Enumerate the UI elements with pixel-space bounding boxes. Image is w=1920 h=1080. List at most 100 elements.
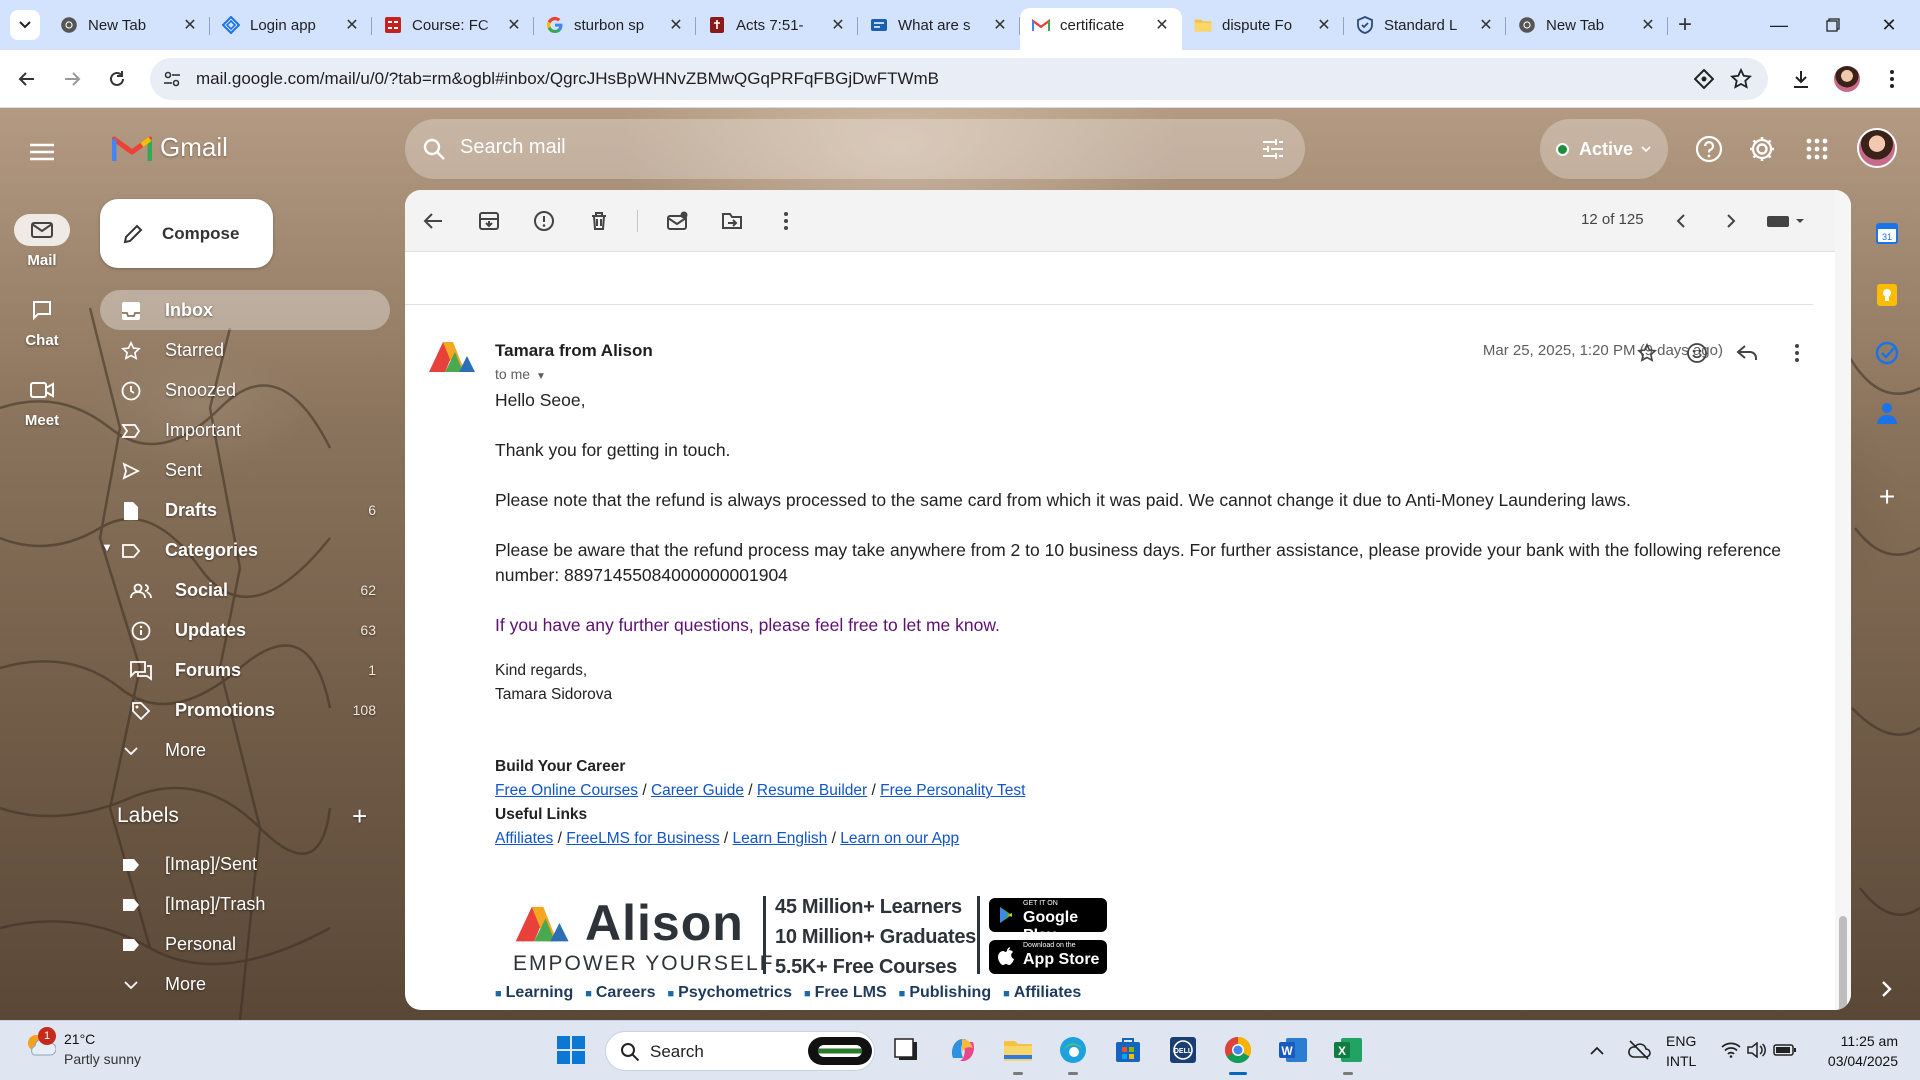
footer-link[interactable]: Resume Builder [757, 782, 867, 799]
taskbar-chrome[interactable] [1221, 1033, 1255, 1075]
browser-tab[interactable]: What are s ✕ [858, 8, 1020, 42]
nav-item-important[interactable]: Important [100, 410, 390, 450]
gmail-logo[interactable]: Gmail [112, 132, 228, 163]
footer-link[interactable]: Affiliates [495, 830, 553, 847]
nav-item-starred[interactable]: Starred [100, 330, 390, 370]
lens-icon[interactable] [1694, 69, 1714, 89]
alison-category[interactable]: Affiliates [1003, 984, 1082, 1002]
expand-caret-icon[interactable]: ▾ [104, 540, 110, 554]
rail-meet[interactable]: Meet [0, 374, 84, 429]
browser-menu-button[interactable] [1876, 63, 1908, 95]
search-options-icon[interactable] [1261, 137, 1285, 161]
nav-item-snoozed[interactable]: Snoozed [100, 370, 390, 410]
omnibox[interactable]: mail.google.com/mail/u/0/?tab=rm&ogbl#in… [150, 58, 1768, 100]
downloads-button[interactable] [1785, 63, 1817, 95]
browser-tab[interactable]: Login app ✕ [210, 8, 372, 42]
close-window-button[interactable]: ✕ [1858, 0, 1920, 50]
browser-tab[interactable]: sturbon sp ✕ [534, 8, 696, 42]
rail-mail[interactable]: Mail [0, 214, 84, 269]
scrollbar-thumb[interactable] [1839, 916, 1847, 1010]
label-item[interactable]: More [100, 964, 390, 1004]
label-item[interactable]: [Imap]/Trash [100, 884, 390, 924]
show-hidden-icons-button[interactable] [1580, 1033, 1614, 1067]
restore-button[interactable] [1802, 0, 1864, 50]
search-bar[interactable]: Search mail [405, 119, 1305, 179]
bookmark-star-icon[interactable] [1730, 68, 1752, 90]
nav-item-promotions[interactable]: Promotions 108 [100, 690, 390, 730]
start-button[interactable] [554, 1033, 588, 1067]
nav-item-drafts[interactable]: Drafts 6 [100, 490, 390, 530]
alison-category[interactable]: Learning [495, 984, 574, 1002]
google-play-badge[interactable]: GET IT ON Google Play [989, 898, 1107, 944]
mark-unread-button[interactable] [663, 207, 691, 235]
status-selector[interactable]: Active [1540, 119, 1668, 179]
footer-link[interactable]: Career Guide [651, 782, 744, 799]
onedrive-button[interactable] [1622, 1033, 1656, 1067]
alison-category[interactable]: Free LMS [804, 984, 887, 1002]
taskbar-store[interactable] [1111, 1033, 1145, 1067]
taskbar-search[interactable]: Search [605, 1031, 875, 1071]
taskbar-dell[interactable]: DELL [1166, 1033, 1200, 1067]
sender-name[interactable]: Tamara from Alison [495, 341, 653, 361]
taskbar-word[interactable]: W [1276, 1033, 1310, 1067]
add-reaction-button[interactable] [1682, 338, 1712, 368]
close-tab-icon[interactable]: ✕ [666, 15, 686, 35]
footer-link[interactable]: Learn on our App [840, 830, 959, 847]
tasks-icon[interactable] [1874, 340, 1900, 366]
minimize-button[interactable]: — [1748, 0, 1810, 50]
input-tools-button[interactable] [1761, 207, 1811, 235]
delete-button[interactable] [585, 207, 613, 235]
browser-tab[interactable]: dispute Fo ✕ [1182, 8, 1344, 42]
recipient-details[interactable]: to me ▼ [495, 366, 546, 382]
nav-item-inbox[interactable]: Inbox [100, 290, 390, 330]
browser-tab[interactable]: Acts 7:51- ✕ [696, 8, 858, 42]
close-tab-icon[interactable]: ✕ [1152, 15, 1172, 35]
footer-link[interactable]: Learn English [733, 830, 828, 847]
browser-tab[interactable]: Course: FC ✕ [372, 8, 534, 42]
account-avatar[interactable] [1857, 128, 1897, 168]
chevron-right-icon[interactable] [1874, 976, 1900, 1002]
alison-category[interactable]: Psychometrics [667, 984, 792, 1002]
language-indicator[interactable]: ENG INTL [1666, 1031, 1696, 1071]
close-tab-icon[interactable]: ✕ [1314, 15, 1334, 35]
back-button[interactable] [11, 63, 43, 95]
newer-button[interactable] [1667, 207, 1695, 235]
label-item[interactable]: [Imap]/Sent [100, 844, 390, 884]
browser-tab[interactable]: certificate ✕ [1020, 8, 1182, 50]
footer-link[interactable]: FreeLMS for Business [566, 830, 719, 847]
add-addon-icon[interactable]: + [1874, 481, 1900, 512]
reply-button[interactable] [1732, 338, 1762, 368]
footer-link[interactable]: Free Online Courses [495, 782, 638, 799]
back-to-inbox-button[interactable] [419, 207, 447, 235]
move-to-button[interactable] [718, 207, 746, 235]
report-spam-button[interactable] [530, 207, 558, 235]
google-apps-button[interactable] [1799, 131, 1835, 167]
archive-button[interactable] [475, 207, 503, 235]
taskbar-excel[interactable]: X [1331, 1033, 1365, 1075]
nav-item-more[interactable]: More [100, 730, 390, 770]
nav-item-updates[interactable]: Updates 63 [100, 610, 390, 650]
search-icon[interactable] [422, 137, 446, 161]
more-actions-button[interactable] [772, 207, 800, 235]
battery-button[interactable] [1768, 1033, 1802, 1067]
footer-link[interactable]: Free Personality Test [880, 782, 1025, 799]
close-tab-icon[interactable]: ✕ [990, 15, 1010, 35]
older-button[interactable] [1717, 207, 1745, 235]
new-tab-button[interactable]: + [1668, 8, 1702, 42]
forward-button[interactable] [56, 63, 88, 95]
reload-button[interactable] [101, 63, 133, 95]
support-button[interactable] [1691, 131, 1727, 167]
nav-item-categories[interactable]: ▾ Categories [100, 530, 390, 570]
close-tab-icon[interactable]: ✕ [828, 15, 848, 35]
star-button[interactable] [1632, 338, 1662, 368]
system-clock[interactable]: 11:25 am 03/04/2025 [1828, 1031, 1898, 1071]
nav-item-forums[interactable]: Forums 1 [100, 650, 390, 690]
compose-button[interactable]: Compose [100, 199, 273, 268]
alison-banner[interactable]: Alison EMPOWER YOURSELF 45 Million+ Lear… [495, 892, 1107, 1010]
alison-category[interactable]: Careers [585, 984, 656, 1002]
taskbar-edge[interactable] [1056, 1033, 1090, 1075]
taskbar-copilot[interactable] [946, 1033, 980, 1067]
calendar-icon[interactable]: 31 [1874, 220, 1900, 246]
weather-widget[interactable]: 1 21°C Partly sunny [22, 1027, 141, 1067]
close-tab-icon[interactable]: ✕ [1638, 15, 1658, 35]
